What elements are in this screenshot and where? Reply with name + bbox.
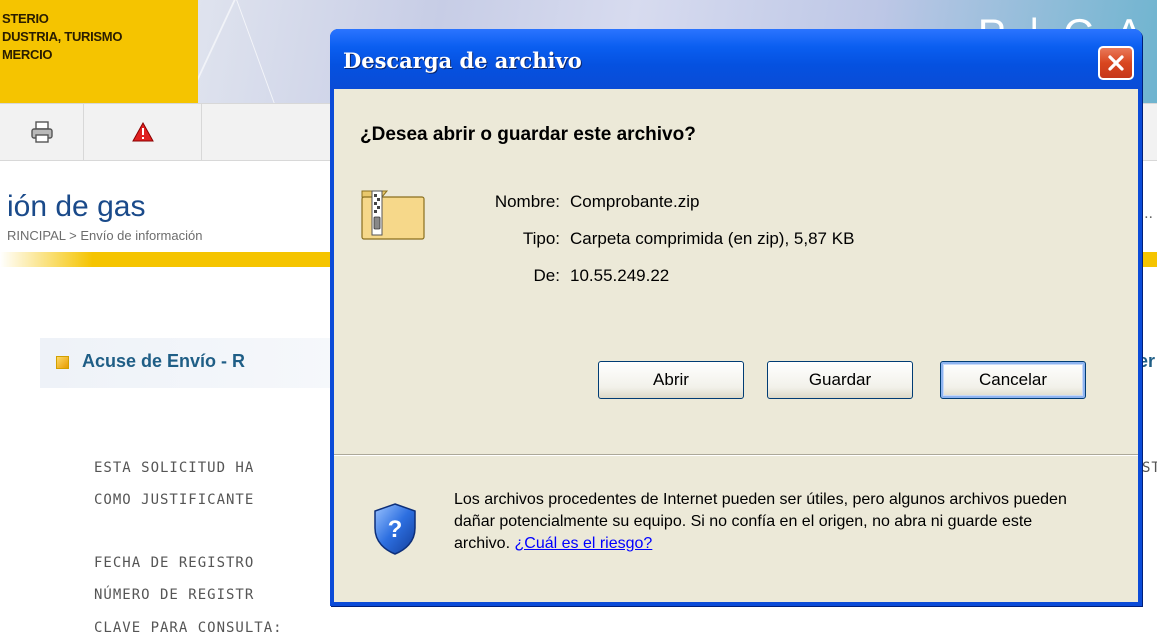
file-source-value: 10.55.249.22 [570, 266, 670, 285]
overflow-dots: .. [1144, 205, 1153, 222]
security-shield-icon: ? [372, 502, 418, 561]
ministry-line: STERIO [2, 11, 49, 26]
dialog-titlebar[interactable]: Descarga de archivo [330, 29, 1142, 89]
file-type-value: Carpeta comprimida (en zip), 5,87 KB [570, 229, 855, 248]
breadcrumb: RINCIPAL > Envío de información [7, 228, 203, 243]
ministry-line: MERCIO [2, 47, 53, 62]
body-line: CLAVE PARA CONSULTA: [94, 620, 283, 636]
file-type-label: Tipo: [522, 229, 560, 248]
zip-folder-icon [360, 189, 426, 246]
ministry-line: DUSTRIA, TURISMO [2, 29, 123, 44]
body-line: NÚMERO DE REGISTR [94, 587, 255, 603]
file-name-value: Comprobante.zip [570, 192, 700, 211]
close-button[interactable] [1098, 46, 1134, 80]
open-button[interactable]: Abrir [598, 361, 744, 399]
print-button[interactable] [0, 104, 84, 160]
close-icon [1108, 55, 1124, 71]
alert-button[interactable] [84, 104, 202, 160]
dialog-title: Descarga de archivo [343, 48, 582, 73]
dialog-question: ¿Desea abrir o guardar este archivo? [360, 124, 696, 145]
warning-icon [131, 122, 154, 142]
dialog-separator [334, 454, 1138, 456]
section-title: Acuse de Envío - R [82, 351, 246, 371]
body-line: FECHA DE REGISTRO [94, 555, 255, 571]
body-line: ESTA SOLICITUD HA [94, 460, 255, 476]
ministry-logo: STERIO DUSTRIA, TURISMO MERCIO [0, 0, 198, 103]
file-name-label: Nombre: [494, 192, 560, 211]
printer-icon [30, 121, 53, 143]
section-bullet-icon [56, 356, 69, 369]
security-warning: Los archivos procedentes de Internet pue… [454, 489, 1074, 555]
cancel-button[interactable]: Cancelar [940, 361, 1086, 399]
page-title: ión de gas [7, 190, 146, 223]
download-dialog: Descarga de archivo ¿Desea abrir o guard… [330, 29, 1142, 606]
risk-link[interactable]: ¿Cuál es el riesgo? [514, 535, 652, 552]
file-source-label: De: [533, 266, 560, 285]
body-line-tail: ST [1142, 460, 1157, 476]
body-line: COMO JUSTIFICANTE [94, 492, 255, 508]
save-button[interactable]: Guardar [767, 361, 913, 399]
dialog-body: ¿Desea abrir o guardar este archivo? Nom… [334, 89, 1138, 602]
svg-text:?: ? [388, 516, 403, 543]
